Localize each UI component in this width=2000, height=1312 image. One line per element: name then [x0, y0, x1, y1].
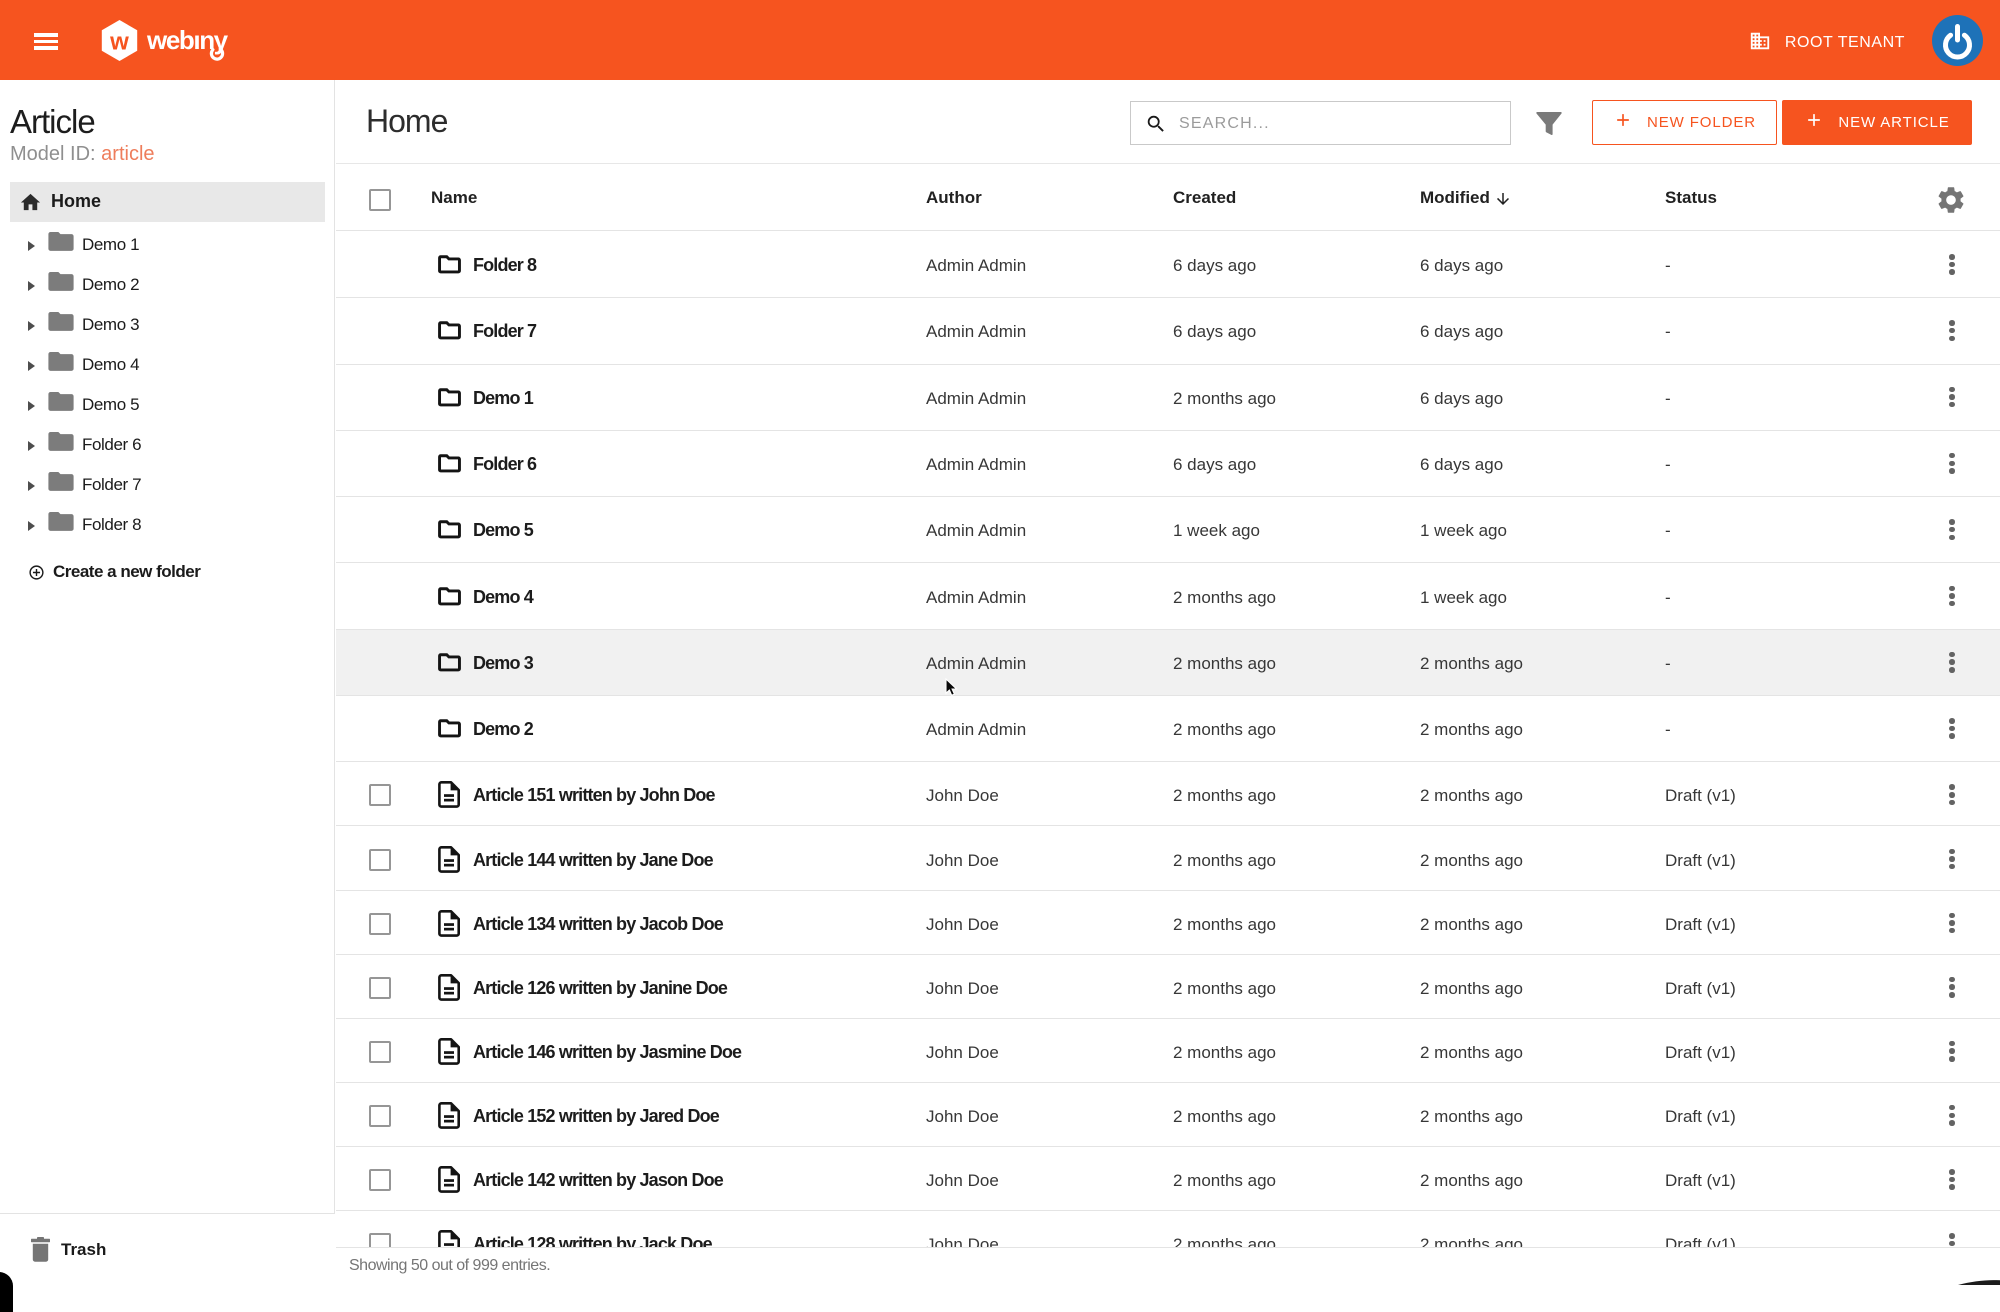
svg-text:w: w — [109, 29, 129, 56]
